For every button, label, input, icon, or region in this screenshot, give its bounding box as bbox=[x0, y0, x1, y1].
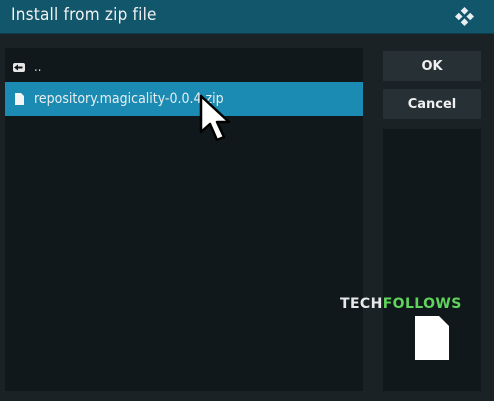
list-item-label: repository.magicality-0.0.4.zip bbox=[34, 91, 224, 107]
list-item-label: .. bbox=[34, 59, 42, 75]
back-folder-icon bbox=[12, 62, 26, 73]
dialog-title-bar: Install from zip file bbox=[0, 0, 494, 34]
ok-button[interactable]: OK bbox=[383, 51, 481, 81]
mouse-cursor-icon bbox=[199, 94, 231, 142]
list-item-zip-file[interactable]: repository.magicality-0.0.4.zip bbox=[5, 82, 363, 116]
cancel-button[interactable]: Cancel bbox=[383, 89, 481, 119]
preview-panel bbox=[383, 129, 481, 391]
list-item-parent-folder[interactable]: .. bbox=[5, 50, 363, 84]
file-list[interactable]: .. repository.magicality-0.0.4.zip bbox=[5, 48, 363, 391]
kodi-logo-icon bbox=[455, 7, 474, 26]
dialog-title: Install from zip file bbox=[11, 5, 157, 25]
file-icon bbox=[12, 93, 26, 105]
file-icon bbox=[415, 316, 449, 360]
watermark-logo: TECHFOLLOWS bbox=[340, 296, 462, 312]
